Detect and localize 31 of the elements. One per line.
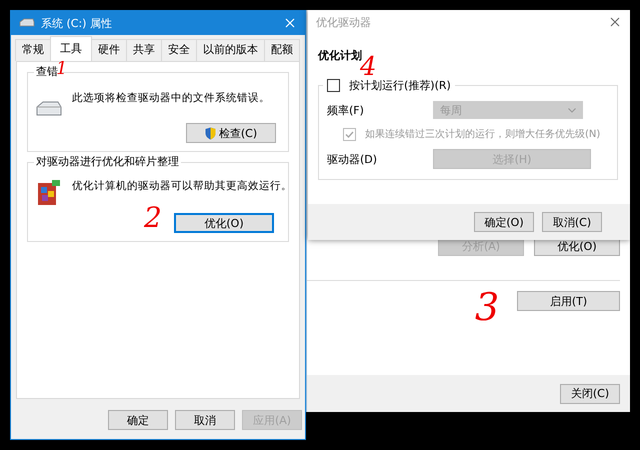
shield-icon [204,126,216,140]
action-button[interactable]: 检查(C) [186,123,276,143]
close-button[interactable]: 关闭(C) [560,384,620,404]
description-text: 此选项将检查驱动器中的文件系统错误。 [72,91,270,105]
enable-button[interactable]: 启用(T) [517,291,620,311]
window-title: 系统 (C:) 属性 [41,16,113,30]
tab[interactable]: 常规 [15,39,51,61]
handwritten-number: 2 [144,204,162,232]
handwritten-number: 4 [360,54,377,80]
blocks-icon [36,179,62,207]
tab[interactable]: 配额 [264,39,300,61]
window-title: 优化驱动器 [316,14,372,30]
drive-icon [36,101,62,117]
close-icon[interactable] [283,16,297,30]
dialog-button[interactable]: 取消 [175,410,235,430]
group-title: 查错 [34,65,60,79]
close-icon[interactable] [608,15,622,29]
dialog-button[interactable]: 取消(C) [542,212,602,232]
dialog-button[interactable]: 确定(O) [474,212,534,232]
description-text: 优化计算机的驱动器可以帮助其更高效运行。 [72,179,292,193]
tab[interactable]: 工具 [50,36,92,61]
group-title: 对驱动器进行优化和碎片整理 [34,155,181,169]
dialog-button[interactable]: 确定 [108,410,168,430]
field-label: 驱动器(D) [327,152,378,166]
drive-icon [19,18,35,28]
section-heading: 优化计划 [318,48,362,62]
action-button[interactable]: 优化(O) [174,213,274,233]
handwritten-number: 3 [475,288,500,326]
field-label: 频率(F) [327,102,365,118]
caret-icon [568,108,576,112]
checkbox[interactable]: 按计划运行(推荐)(R) [323,78,455,93]
